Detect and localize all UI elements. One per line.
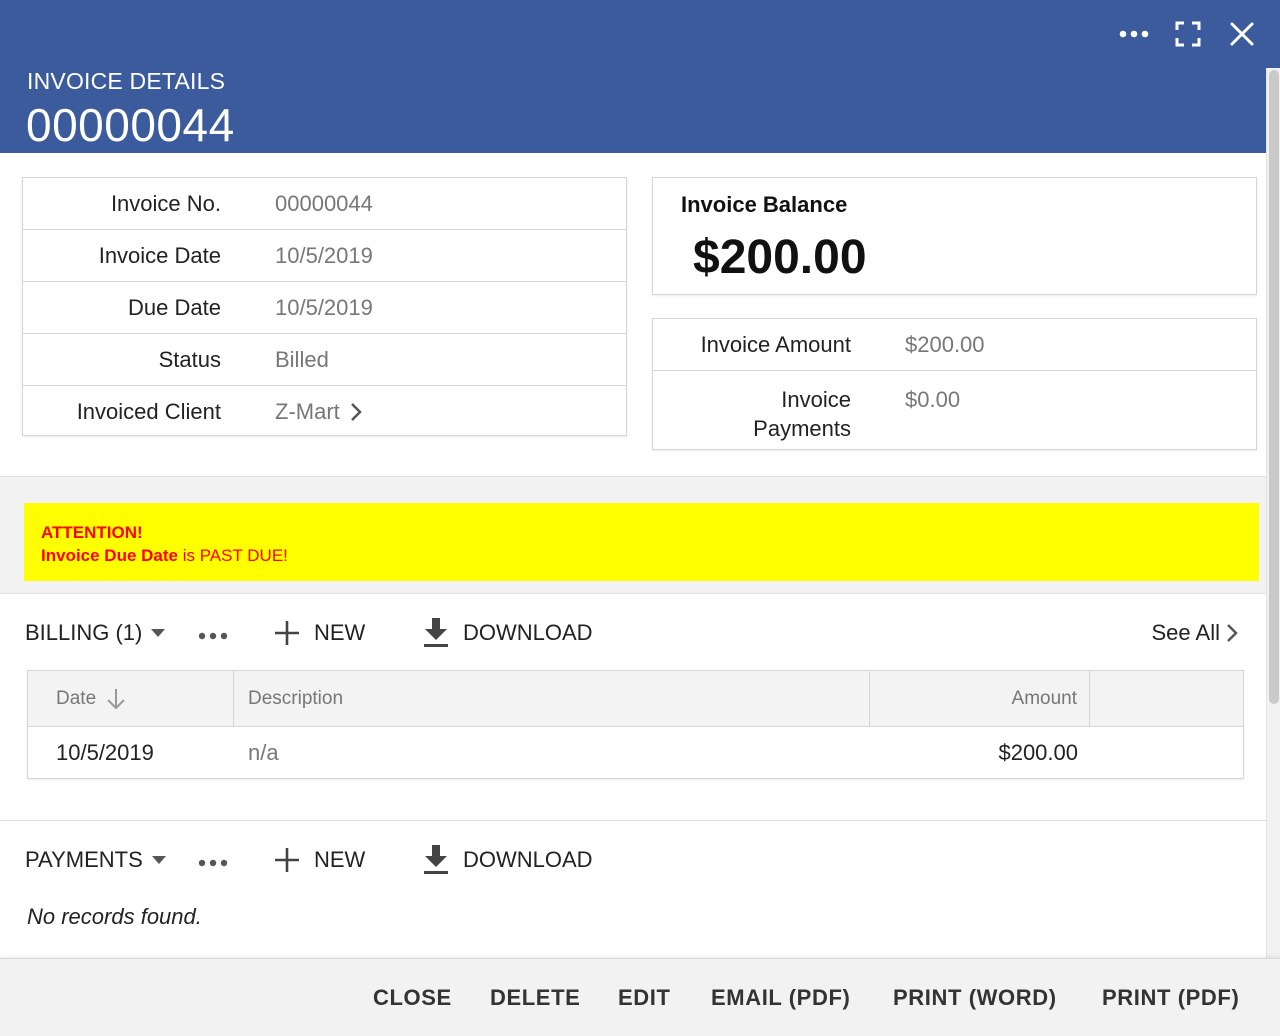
billing-table: Date Description Amount 10/5/2019 n/a $2… <box>27 670 1244 779</box>
payments-toolbar: PAYMENTS NEW DOWNLOAD <box>0 823 1266 897</box>
detail-row-invoice-no: Invoice No. 00000044 <box>23 178 626 230</box>
payments-title[interactable]: PAYMENTS <box>25 847 143 873</box>
detail-value: Billed <box>275 346 329 372</box>
column-label[interactable]: Description <box>248 688 343 710</box>
download-label[interactable]: DOWNLOAD <box>463 620 593 646</box>
column-header-amount[interactable]: Amount <box>870 671 1090 726</box>
chevron-right-icon[interactable] <box>350 402 362 422</box>
caret-down-icon <box>151 629 166 637</box>
invoiced-client-link[interactable]: Z-Mart <box>275 399 362 425</box>
new-label[interactable]: NEW <box>314 620 365 646</box>
alert-heading: ATTENTION! <box>41 523 143 542</box>
plus-icon <box>275 621 299 645</box>
detail-label: Status <box>158 346 221 372</box>
empty-state-text: No records found. <box>27 904 202 929</box>
delete-button[interactable]: DELETE <box>490 985 580 1011</box>
dialog-subtitle: INVOICE DETAILS <box>27 68 226 94</box>
detail-row-due-date: Due Date 10/5/2019 <box>23 282 626 334</box>
header-actions <box>1118 18 1258 50</box>
payments-new-button[interactable]: NEW <box>274 847 365 873</box>
past-due-alert: ATTENTION! Invoice Due Date is PAST DUE! <box>24 503 1259 581</box>
detail-label: Invoice Date <box>98 242 221 268</box>
detail-value: 10/5/2019 <box>275 294 373 320</box>
cell-amount: $200.00 <box>998 740 1078 765</box>
column-label[interactable]: Amount <box>1012 688 1077 710</box>
client-name[interactable]: Z-Mart <box>275 399 340 425</box>
scrollbar-thumb[interactable] <box>1269 70 1279 704</box>
email-pdf-button[interactable]: EMAIL (PDF) <box>711 985 850 1011</box>
payments-value: $0.00 <box>905 387 961 412</box>
table-row[interactable]: 10/5/2019 n/a $200.00 <box>28 727 1243 779</box>
detail-row-status: Status Billed <box>23 334 626 386</box>
detail-label: Invoice No. <box>110 190 221 216</box>
invoice-balance-panel: Invoice Balance $200.00 <box>652 177 1257 295</box>
edit-button[interactable]: EDIT <box>618 985 671 1011</box>
billing-new-button[interactable]: NEW <box>274 620 365 646</box>
column-header-spacer <box>1090 671 1243 726</box>
close-button[interactable]: CLOSE <box>373 985 452 1011</box>
amount-row-invoice-payments: Invoice Payments $0.00 <box>653 371 1256 449</box>
chevron-right-icon <box>1227 624 1238 642</box>
invoice-amounts-panel: Invoice Amount $200.00 Invoice Payments … <box>652 318 1257 450</box>
download-icon <box>424 618 448 647</box>
dialog-header: INVOICE DETAILS 00000044 <box>0 0 1280 153</box>
billing-more-icon[interactable] <box>198 620 228 646</box>
detail-row-invoiced-client: Invoiced Client Z-Mart <box>23 386 626 438</box>
payments-section-toggle[interactable]: PAYMENTS <box>25 847 167 873</box>
cell-date: 10/5/2019 <box>56 740 154 765</box>
close-icon[interactable] <box>1226 18 1258 50</box>
billing-title[interactable]: BILLING (1) <box>25 620 142 646</box>
billing-section-toggle[interactable]: BILLING (1) <box>25 620 166 646</box>
detail-label: Invoiced Client <box>76 399 221 424</box>
payments-label-line1: Invoice <box>781 387 851 412</box>
column-header-description[interactable]: Description <box>234 671 870 726</box>
billing-toolbar: BILLING (1) NEW DOWNLOAD See All <box>0 596 1266 670</box>
balance-value: $200.00 <box>693 231 867 284</box>
column-label[interactable]: Date <box>56 688 96 710</box>
amount-value: $200.00 <box>905 332 985 357</box>
scrollbar[interactable] <box>1266 68 1280 958</box>
billing-download-button[interactable]: DOWNLOAD <box>423 618 593 648</box>
new-label[interactable]: NEW <box>314 847 365 873</box>
amount-row-invoice-amount: Invoice Amount $200.00 <box>653 319 1256 371</box>
caret-down-icon <box>151 856 166 864</box>
section-divider <box>0 820 1266 821</box>
dialog-title: 00000044 <box>26 99 235 151</box>
payments-more-icon[interactable] <box>198 847 228 873</box>
print-word-button[interactable]: PRINT (WORD) <box>893 985 1057 1011</box>
amount-label: Invoice Amount <box>700 332 851 357</box>
payments-label: Invoice Payments <box>653 385 851 443</box>
print-pdf-button[interactable]: PRINT (PDF) <box>1102 985 1239 1011</box>
more-icon[interactable] <box>1118 18 1150 50</box>
see-all-link[interactable]: See All <box>1152 620 1239 646</box>
alert-message: Invoice Due Date is PAST DUE! <box>41 546 288 565</box>
download-icon <box>424 845 448 874</box>
billing-table-header: Date Description Amount <box>28 671 1243 727</box>
sort-descending-icon <box>107 688 125 709</box>
column-header-date[interactable]: Date <box>28 671 234 726</box>
detail-label: Due Date <box>128 294 221 320</box>
see-all-label[interactable]: See All <box>1152 620 1221 646</box>
fullscreen-icon[interactable] <box>1172 18 1204 50</box>
download-label[interactable]: DOWNLOAD <box>463 847 593 873</box>
dialog-footer: CLOSE DELETE EDIT EMAIL (PDF) PRINT (WOR… <box>0 958 1280 1036</box>
invoice-details-panel: Invoice No. 00000044 Invoice Date 10/5/2… <box>22 177 627 436</box>
payments-label-line2: Payments <box>753 416 851 441</box>
detail-value: 10/5/2019 <box>275 242 373 268</box>
cell-description: n/a <box>248 740 279 765</box>
plus-icon <box>275 848 299 872</box>
balance-label: Invoice Balance <box>681 192 848 217</box>
payments-download-button[interactable]: DOWNLOAD <box>423 845 593 875</box>
detail-row-invoice-date: Invoice Date 10/5/2019 <box>23 230 626 282</box>
detail-value: 00000044 <box>275 190 373 216</box>
